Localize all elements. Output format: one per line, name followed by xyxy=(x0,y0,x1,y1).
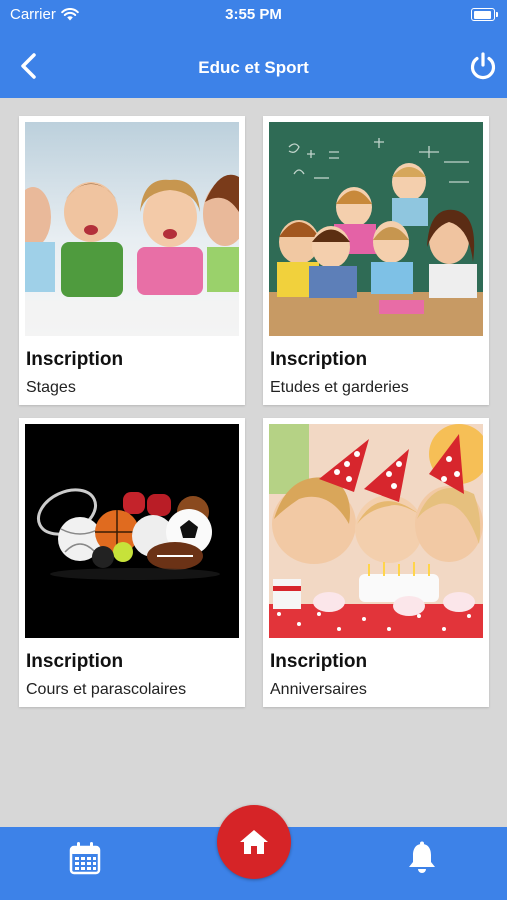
card-heading: Inscription xyxy=(26,651,124,672)
card-heading: Inscription xyxy=(270,349,368,370)
card-cours-parascolaires[interactable]: Inscription Cours et parascolaires xyxy=(19,418,245,707)
card-subtitle: Stages xyxy=(26,379,76,396)
card-heading: Inscription xyxy=(26,349,124,370)
battery-icon xyxy=(471,8,498,21)
bell-icon[interactable] xyxy=(406,841,438,875)
card-image xyxy=(269,424,483,638)
classroom-kids-teacher-photo xyxy=(269,122,483,336)
power-icon[interactable] xyxy=(467,50,499,82)
kids-lying-smiling-photo xyxy=(25,122,239,336)
home-button[interactable] xyxy=(217,805,291,879)
status-bar: Carrier 3:55 PM xyxy=(0,0,507,30)
sports-balls-photo xyxy=(25,424,239,638)
card-etudes-garderies[interactable]: Inscription Etudes et garderies xyxy=(263,116,489,405)
nav-bar: Educ et Sport xyxy=(0,30,507,98)
card-image xyxy=(25,424,239,638)
page-title: Educ et Sport xyxy=(198,58,309,77)
card-anniversaires[interactable]: Inscription Anniversaires xyxy=(263,418,489,707)
card-subtitle: Etudes et garderies xyxy=(270,379,409,396)
card-heading: Inscription xyxy=(270,651,368,672)
calendar-icon[interactable] xyxy=(69,841,101,875)
status-time: 3:55 PM xyxy=(225,6,282,23)
card-subtitle: Anniversaires xyxy=(270,681,367,698)
card-subtitle: Cours et parascolaires xyxy=(26,681,187,698)
home-icon xyxy=(240,830,268,854)
card-stages[interactable]: Inscription Stages xyxy=(19,116,245,405)
birthday-party-cake-photo xyxy=(269,424,483,638)
card-image xyxy=(25,122,239,336)
card-image xyxy=(269,122,483,336)
